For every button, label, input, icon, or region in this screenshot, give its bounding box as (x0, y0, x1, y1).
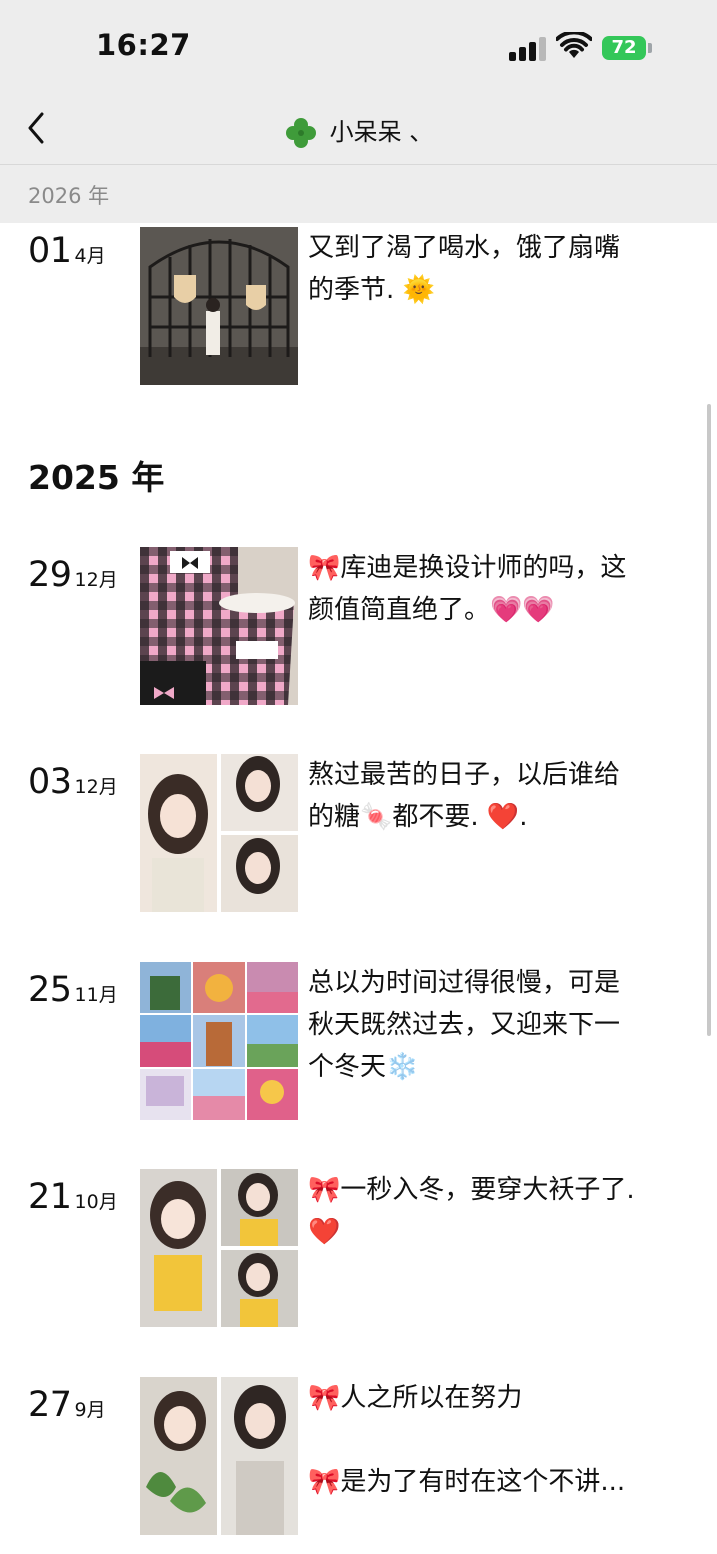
post-day: 03 (28, 762, 72, 802)
post-text-line: 又到了渴了喝水，饿了扇嘴 (308, 233, 621, 263)
post-text: 总以为时间过得很慢，可是 秋天既然过去，又迎来下一 个冬天❄️ (308, 962, 678, 1088)
post-entry[interactable]: 03 12月 熬过最苦的日子，以后谁给 的糖🍬都不要. ❤️. (0, 754, 717, 914)
post-text-line: 熬过最苦的日子，以后谁给 (308, 760, 621, 790)
post-day: 25 (28, 970, 72, 1010)
post-day: 01 (28, 231, 72, 271)
post-text-line: 总以为时间过得很慢，可是 (308, 968, 621, 998)
post-text: 🎀一秒入冬，要穿大袄子了. ❤️ (308, 1169, 678, 1253)
post-photo[interactable] (140, 227, 298, 385)
post-text-line: 的季节. 🌞 (308, 275, 435, 305)
post-text-line: 🎀库迪是换设计师的吗，这 (308, 553, 627, 583)
post-text-line: ❤️ (308, 1217, 341, 1247)
post-photo[interactable] (140, 547, 298, 705)
battery-tip (648, 43, 652, 53)
post-text-line: 🎀一秒入冬，要穿大袄子了. (308, 1175, 635, 1205)
post-photo-grid[interactable] (140, 962, 298, 1120)
post-date: 25 11月 (28, 970, 118, 1010)
wifi-icon (556, 32, 592, 58)
post-photo-grid[interactable] (140, 754, 298, 912)
post-entry[interactable]: 25 11月 总以为时间过得很慢，可是 秋天既然过去，又迎来下一 个冬天❄️ (0, 962, 717, 1122)
post-date: 29 12月 (28, 555, 118, 595)
post-month: 12月 (74, 569, 118, 591)
battery-indicator: 72 (602, 36, 646, 60)
post-text-line (308, 1419, 678, 1461)
post-text-line: 的糖🍬都不要. ❤️. (308, 802, 528, 832)
page-title: 小呆呆 、 (0, 112, 717, 150)
post-month: 11月 (74, 984, 118, 1006)
post-text: 熬过最苦的日子，以后谁给 的糖🍬都不要. ❤️. (308, 754, 678, 838)
post-text: 又到了渴了喝水，饿了扇嘴 的季节. 🌞 (308, 227, 678, 311)
post-text-line: 秋天既然过去，又迎来下一 (308, 1010, 621, 1040)
post-date: 27 9月 (28, 1385, 106, 1425)
clover-icon (285, 118, 316, 148)
sticky-year-header: 2026 年 (0, 165, 717, 223)
post-photo-grid[interactable] (140, 1377, 298, 1535)
scrollbar[interactable] (707, 404, 711, 1036)
moments-timeline[interactable]: 01 4月 又到了渴了喝水，饿了扇嘴 的季节. 🌞 2025 年 29 12月 … (0, 223, 717, 1554)
post-month: 4月 (74, 245, 106, 267)
post-entry[interactable]: 29 12月 🎀库迪是换设计师的吗，这 颜值简直绝了。💗💗 (0, 547, 717, 707)
post-entry[interactable]: 27 9月 🎀人之所以在努力 🎀是为了有时在这个不讲... (0, 1377, 717, 1537)
post-photo-grid[interactable] (140, 1169, 298, 1327)
cellular-signal-icon (509, 37, 547, 61)
post-entry[interactable]: 21 10月 🎀一秒入冬，要穿大袄子了. ❤️ (0, 1169, 717, 1329)
post-day: 29 (28, 555, 72, 595)
post-text-line: 个冬天❄️ (308, 1052, 419, 1082)
post-text-line: 颜值简直绝了。💗💗 (308, 595, 555, 625)
sticky-year-label: 2026 年 (28, 184, 110, 208)
post-day: 27 (28, 1385, 72, 1425)
post-month: 10月 (74, 1191, 118, 1213)
post-date: 01 4月 (28, 231, 106, 271)
profile-name: 小呆呆 、 (329, 118, 434, 146)
post-date: 21 10月 (28, 1177, 118, 1217)
post-entry[interactable]: 01 4月 又到了渴了喝水，饿了扇嘴 的季节. 🌞 (0, 227, 717, 387)
nav-bar: 小呆呆 、 (0, 92, 717, 165)
post-month: 9月 (74, 1399, 106, 1421)
post-text-line: 🎀人之所以在努力 (308, 1383, 523, 1413)
status-bar: 16:27 72 (0, 0, 717, 92)
post-day: 21 (28, 1177, 72, 1217)
post-text-line: 🎀是为了有时在这个不讲... (308, 1467, 626, 1497)
post-text: 🎀库迪是换设计师的吗，这 颜值简直绝了。💗💗 (308, 547, 678, 631)
year-label: 2025 年 (28, 458, 165, 497)
post-month: 12月 (74, 776, 118, 798)
status-time: 16:27 (96, 28, 191, 62)
post-date: 03 12月 (28, 762, 118, 802)
post-text: 🎀人之所以在努力 🎀是为了有时在这个不讲... (308, 1377, 678, 1503)
